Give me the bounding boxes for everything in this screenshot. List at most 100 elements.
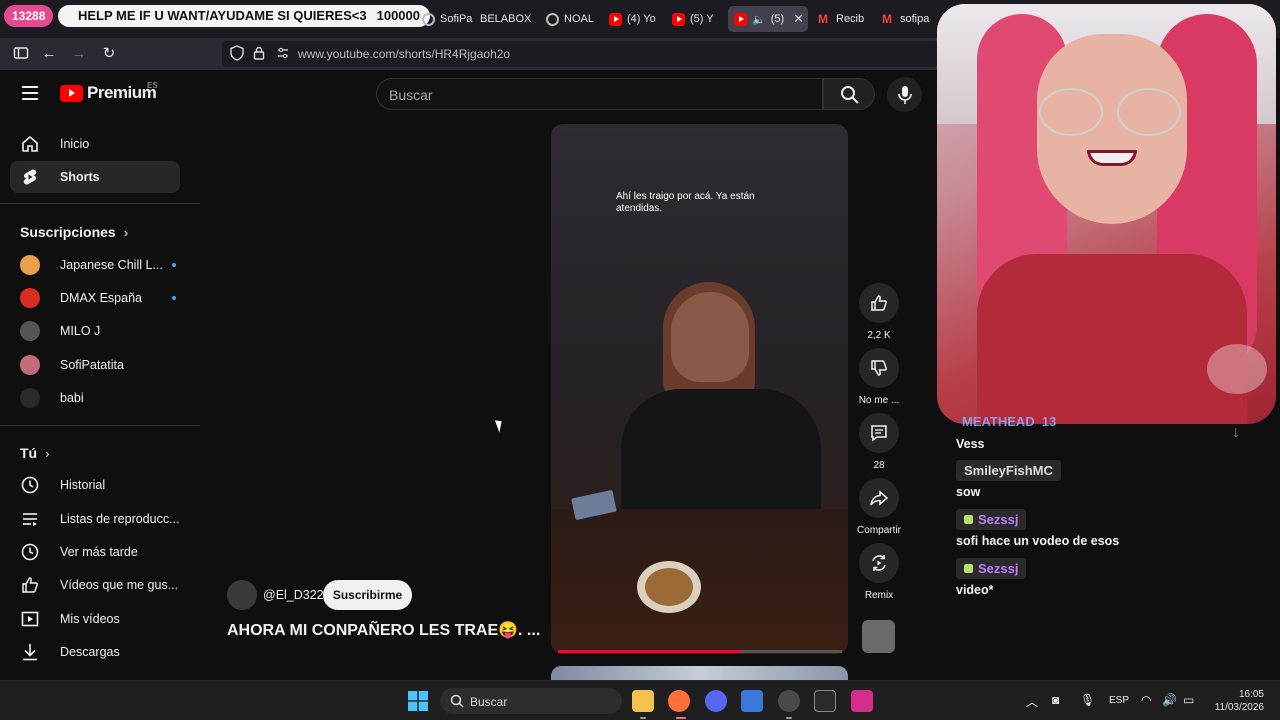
chat-message: Sezssj video* <box>956 558 1280 597</box>
browser-tab[interactable]: M sofipa <box>876 6 935 32</box>
microphone-icon[interactable]: 🎙 <box>1080 693 1095 707</box>
app-icon[interactable] <box>851 690 873 712</box>
sidebar-item-downloads[interactable]: Descargas <box>10 636 180 668</box>
voice-search-button[interactable] <box>887 77 922 112</box>
terminal-icon[interactable] <box>814 690 836 712</box>
tab-favicon-icon <box>422 12 435 26</box>
obs-icon[interactable] <box>778 690 800 712</box>
discord-icon[interactable] <box>705 690 727 712</box>
sidebar-item-inicio[interactable]: Inicio <box>10 128 180 160</box>
browser-tab[interactable]: M Recib <box>812 6 870 32</box>
address-bar[interactable]: www.youtube.com/shorts/HR4Rjgaoh2o <box>222 41 938 67</box>
like-button[interactable]: 2,2 K <box>858 283 900 341</box>
stream-overlay-banner: HELP ME IF U WANT/AYUDAME SI QUIERES<3 1… <box>58 5 430 27</box>
you-heading[interactable]: Tú › <box>20 445 49 461</box>
sidebar-subscription-item[interactable]: Japanese Chill L... <box>10 249 180 281</box>
browser-tab[interactable]: BELABOX <box>474 6 537 32</box>
next-short-preview[interactable] <box>551 666 848 680</box>
search-button[interactable] <box>823 78 875 110</box>
back-arrow-icon[interactable]: ← <box>40 45 58 63</box>
share-button[interactable]: Compartir <box>857 478 901 536</box>
sidebar-item-playlists[interactable]: Listas de reproducc... <box>10 503 180 535</box>
channel-name[interactable]: @El_D322 <box>263 588 324 602</box>
browser-tab[interactable]: (4) Yo <box>603 6 662 32</box>
running-indicator <box>786 717 792 719</box>
chat-message-text: sofi hace un vodeo de esos <box>956 534 1120 548</box>
scroll-down-arrow-icon[interactable]: ↓ <box>1224 424 1248 448</box>
taskbar-clock[interactable]: 16:05 11/03/2026 <box>1208 688 1264 714</box>
dislike-button[interactable]: No me ... <box>858 348 900 406</box>
speaker-icon[interactable]: 🔈 <box>752 13 766 26</box>
new-content-dot <box>172 263 176 267</box>
share-icon <box>870 490 889 506</box>
share-label: Compartir <box>857 525 901 536</box>
subscriber-badge-icon <box>964 515 973 524</box>
mouse-cursor-icon <box>494 418 506 433</box>
comments-button[interactable]: 28 <box>858 413 900 471</box>
sidebar-subscription-item[interactable]: MILO J <box>10 315 180 347</box>
sidebar-subscription-item[interactable]: DMAX España <box>10 282 180 314</box>
clock-icon <box>21 543 39 561</box>
search-input[interactable] <box>389 85 789 105</box>
lock-icon[interactable] <box>253 46 265 65</box>
browser-nav-bar: ← → ↻ www.youtube.com/shorts/HR4Rjgaoh2o <box>0 38 940 70</box>
taskbar-search[interactable]: Buscar <box>440 688 622 714</box>
my-videos-icon <box>21 611 39 627</box>
sidebar-subscription-item[interactable]: babi <box>10 382 180 414</box>
video-scene <box>637 561 701 613</box>
windows-start-icon[interactable] <box>408 691 428 716</box>
dislike-label: No me ... <box>858 395 900 406</box>
discord-tray-icon[interactable]: ◙ <box>1052 693 1059 707</box>
wifi-icon[interactable]: ◠ <box>1141 693 1151 707</box>
search-box[interactable] <box>376 78 823 110</box>
subscriptions-heading[interactable]: Suscripciones › <box>20 224 128 240</box>
youtube-favicon-icon <box>672 12 685 26</box>
browser-tab[interactable]: (5) Y <box>666 6 720 32</box>
channel-avatar[interactable] <box>227 580 257 610</box>
browser-tab[interactable]: SofiPa <box>416 6 478 32</box>
file-explorer-icon[interactable] <box>632 690 654 712</box>
stream-overlay-goal: 100000 <box>376 8 420 23</box>
sidebar-toggle-icon[interactable] <box>12 45 30 63</box>
chat-username: Sezssj <box>956 509 1027 530</box>
sound-thumbnail[interactable] <box>862 620 895 653</box>
youtube-premium-logo[interactable]: Premium <box>60 83 157 103</box>
browser-tab[interactable]: NOAL <box>540 6 600 32</box>
history-icon <box>21 476 39 494</box>
input-language[interactable]: ESP <box>1109 695 1129 706</box>
browser-tab-active[interactable]: 🔈 (5) ✕ <box>728 6 808 32</box>
sidebar-item-my-videos[interactable]: Mis vídeos <box>10 603 180 635</box>
chat-username-partial: MEATHEAD_13 <box>962 414 1057 426</box>
youtube-favicon-icon <box>734 12 747 26</box>
thumbs-up-icon <box>22 577 38 593</box>
sidebar-item-shorts[interactable]: Shorts <box>10 161 180 193</box>
chat-username: Sezssj <box>956 558 1027 579</box>
firefox-icon[interactable] <box>668 690 690 712</box>
sidebar-item-liked-videos[interactable]: Vídeos que me gus... <box>10 569 180 601</box>
sidebar-item-watch-later[interactable]: Ver más tarde <box>10 536 180 568</box>
remix-button[interactable]: Remix <box>858 543 900 601</box>
reload-icon[interactable]: ↻ <box>100 45 118 63</box>
chat-username: SmileyFishMC <box>956 460 1061 481</box>
page-settings-icon[interactable] <box>276 46 290 65</box>
close-tab-icon[interactable]: ✕ <box>793 11 804 27</box>
guide-menu-icon[interactable] <box>22 86 38 100</box>
home-icon <box>22 135 38 152</box>
photos-icon[interactable] <box>741 690 763 712</box>
volume-icon[interactable]: 🔊 <box>1162 693 1177 707</box>
search-icon <box>841 86 859 104</box>
short-video-player[interactable]: Ahí les traigo por acá. Ya están atendid… <box>551 124 848 654</box>
gmail-favicon-icon: M <box>818 11 828 26</box>
running-indicator <box>640 717 646 719</box>
shield-icon[interactable] <box>230 45 244 66</box>
sidebar-item-historial[interactable]: Historial <box>10 469 180 501</box>
sidebar-subscription-item[interactable]: SofiPatatita <box>10 349 180 381</box>
subscribe-button[interactable]: Suscribirme <box>323 580 412 610</box>
thumbs-up-icon <box>871 295 887 311</box>
short-title[interactable]: AHORA MI CONPAÑERO LES TRAE😝. ... <box>227 620 540 640</box>
battery-icon[interactable]: ▭ <box>1183 693 1194 707</box>
chevron-up-icon[interactable]: ︿ <box>1026 693 1038 710</box>
forward-arrow-icon[interactable]: → <box>70 45 88 63</box>
url-text[interactable]: www.youtube.com/shorts/HR4Rjgaoh2o <box>298 47 510 61</box>
video-progress-bar[interactable] <box>558 650 842 653</box>
